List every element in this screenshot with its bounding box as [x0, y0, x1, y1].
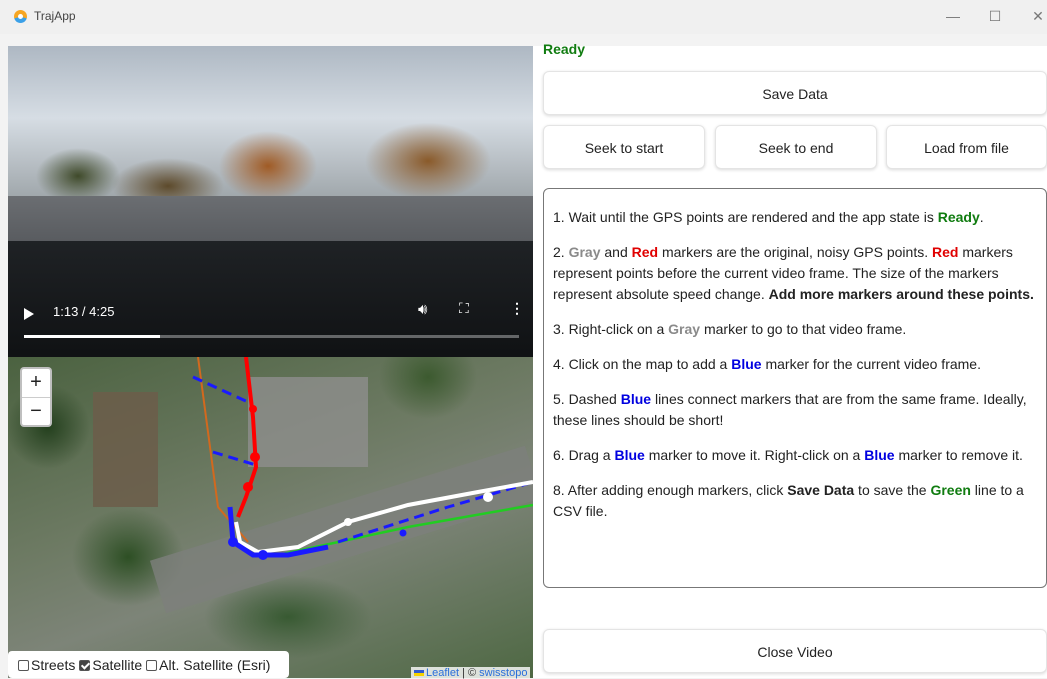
red-marker[interactable] [243, 482, 253, 492]
instructions-panel: 1. Wait until the GPS points are rendere… [543, 188, 1047, 588]
instruction-2: 2. Gray and Red markers are the original… [553, 244, 1034, 302]
attribution-separator: | © [459, 667, 480, 679]
red-marker[interactable] [250, 452, 260, 462]
trajectory-overlay [93, 357, 533, 614]
video-time: 1:13 / 4:25 [53, 304, 115, 319]
leaflet-link[interactable]: Leaflet [426, 667, 459, 679]
video-frame-dashboard [8, 241, 533, 357]
alt-satellite-label: Alt. Satellite (Esri) [159, 656, 271, 673]
blue-marker[interactable] [228, 537, 238, 547]
blue-marker[interactable] [258, 550, 268, 560]
layer-streets[interactable]: Streets [18, 657, 75, 673]
instruction-5: 5. Dashed Blue lines connect markers tha… [553, 391, 1027, 428]
instruction-6: 6. Drag a Blue marker to move it. Right-… [553, 447, 1023, 463]
instruction-3: 3. Right-click on a Gray marker to go to… [553, 321, 907, 337]
video-progress-fill [24, 335, 161, 338]
seek-to-start-button[interactable]: Seek to start [543, 125, 705, 169]
streets-label: Streets [31, 656, 76, 673]
video-player[interactable]: 1:13 / 4:25 🔊︎ ⛶ ⋮ [8, 46, 533, 357]
layer-switcher: Streets Satellite Alt. Satellite (Esri) [8, 651, 289, 678]
ukraine-flag-icon [414, 670, 424, 676]
load-from-file-button[interactable]: Load from file [886, 125, 1047, 169]
layer-satellite[interactable]: Satellite [79, 657, 142, 673]
instruction-1: 1. Wait until the GPS points are rendere… [553, 209, 984, 225]
alt-satellite-checkbox[interactable] [146, 659, 158, 671]
video-seek-bar[interactable] [24, 335, 519, 338]
window-title: TrajApp [34, 9, 76, 23]
swisstopo-link[interactable]: swisstopo [479, 667, 527, 679]
seek-to-end-button[interactable]: Seek to end [715, 125, 877, 169]
zoom-control: + − [20, 367, 52, 427]
red-marker[interactable] [249, 405, 257, 413]
app-icon [14, 10, 27, 23]
minimize-button[interactable]: — [941, 6, 965, 26]
parking-lot [248, 377, 368, 467]
title-bar: TrajApp — ☐ ✕ [0, 0, 1047, 34]
fullscreen-icon[interactable]: ⛶ [459, 300, 469, 317]
play-icon[interactable] [24, 308, 34, 320]
app-state: Ready [543, 41, 586, 57]
layer-alt-satellite[interactable]: Alt. Satellite (Esri) [146, 657, 270, 673]
close-video-button[interactable]: Close Video [543, 629, 1047, 673]
satellite-label: Satellite [92, 656, 143, 673]
gray-marker[interactable] [344, 518, 352, 526]
map-attribution: Leaflet | © swisstopo [411, 667, 531, 679]
road-surface [149, 445, 533, 614]
more-options-icon[interactable]: ⋮ [510, 300, 524, 317]
close-window-button[interactable]: ✕ [1026, 6, 1047, 26]
zoom-in-button[interactable]: + [22, 369, 50, 398]
zoom-out-button[interactable]: − [22, 398, 50, 426]
maximize-button[interactable]: ☐ [983, 6, 1007, 26]
save-data-button[interactable]: Save Data [543, 71, 1047, 115]
blue-dashed-line [192, 375, 249, 404]
map-view[interactable]: + − [8, 357, 533, 678]
gray-marker[interactable] [483, 492, 493, 502]
blue-marker[interactable] [399, 529, 407, 537]
instruction-8: 8. After adding enough markers, click Sa… [553, 482, 1024, 519]
streets-checkbox[interactable] [18, 659, 29, 671]
satellite-checkbox[interactable] [79, 659, 91, 671]
volume-icon[interactable]: 🔊︎ [418, 301, 427, 318]
building-roof [93, 392, 158, 507]
instruction-4: 4. Click on the map to add a Blue marker… [553, 356, 981, 372]
